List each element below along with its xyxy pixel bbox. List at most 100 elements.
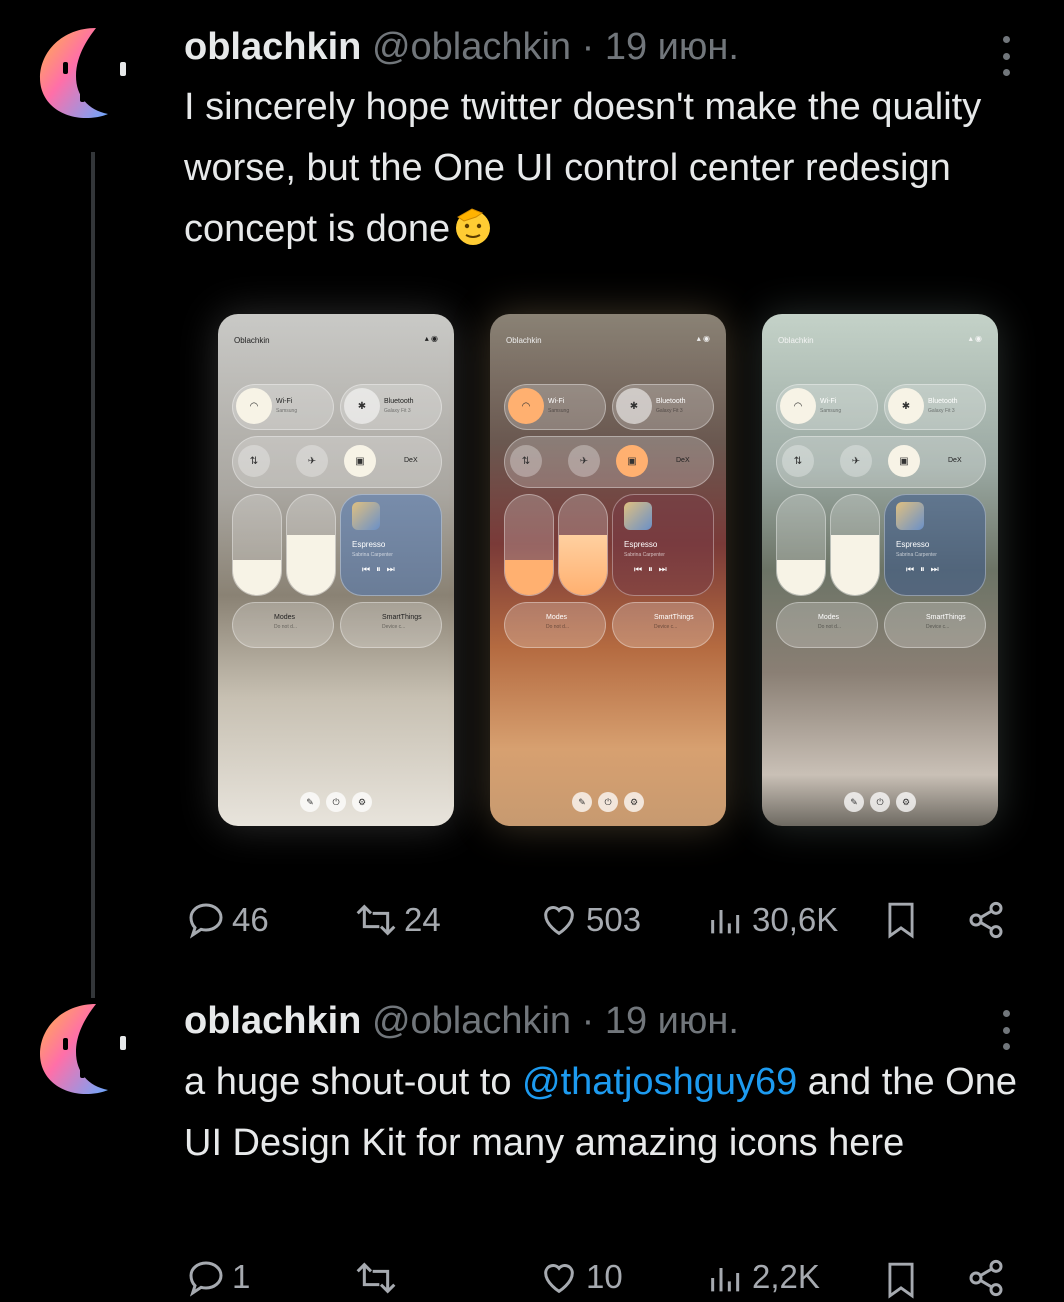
- power-icon[interactable]: ⏻: [598, 792, 618, 812]
- airplane-icon[interactable]: ✈: [568, 445, 600, 477]
- brightness-slider[interactable]: [776, 494, 826, 596]
- playback-controls[interactable]: ⏮⏸⏭: [362, 564, 401, 575]
- dex-icon[interactable]: ▣: [616, 445, 648, 477]
- wifi-sub: Samsung: [820, 408, 842, 414]
- wifi-label: Wi-Fi: [548, 398, 565, 405]
- tweet-text: a huge shout-out to @thatjoshguy69 and t…: [184, 1052, 1034, 1174]
- bottom-controls: ✎ ⏻ ⚙: [490, 792, 726, 812]
- reply-button[interactable]: 1: [186, 1258, 250, 1298]
- power-icon[interactable]: ⏻: [326, 792, 346, 812]
- share-button[interactable]: [966, 896, 1006, 944]
- mobile-data-icon[interactable]: ⇅: [510, 445, 542, 477]
- airplane-icon[interactable]: ✈: [840, 445, 872, 477]
- mention-link[interactable]: @thatjoshguy69: [522, 1061, 797, 1103]
- edit-icon[interactable]: ✎: [300, 792, 320, 812]
- tweet-header: oblachkin @oblachkin · 19 июн.: [184, 24, 739, 70]
- tweet-date[interactable]: 19 июн.: [605, 1000, 739, 1042]
- views-count: 30,6K: [752, 901, 839, 938]
- status-owner: Oblachkin: [234, 336, 270, 345]
- avatar[interactable]: [36, 1002, 112, 1096]
- tweet-header: oblachkin @oblachkin · 19 июн.: [184, 998, 739, 1044]
- brightness-slider[interactable]: [232, 494, 282, 596]
- like-button[interactable]: 503: [538, 896, 641, 944]
- smartthings-sub: Device c...: [654, 624, 678, 630]
- like-count: 10: [586, 1258, 623, 1295]
- dex-label: DeX: [948, 457, 962, 464]
- phone-mockup-1: Oblachkin ▴ ◉ ◠ Wi-Fi Samsung ✱ Bluetoot…: [218, 314, 454, 826]
- like-button[interactable]: 10: [538, 1258, 623, 1298]
- modes-label: Modes: [546, 614, 568, 621]
- tweet-body: I sincerely hope twitter doesn't make th…: [184, 86, 982, 250]
- bluetooth-icon: ✱: [616, 388, 652, 424]
- bookmark-button[interactable]: [882, 1258, 920, 1302]
- more-dot-icon: [1002, 1010, 1010, 1017]
- reply-button[interactable]: 46: [186, 896, 269, 944]
- smartthings-label: SmartThings: [382, 614, 422, 621]
- volume-slider[interactable]: [286, 494, 336, 596]
- playback-controls[interactable]: ⏮⏸⏭: [906, 564, 945, 575]
- views-button[interactable]: 30,6K: [706, 896, 838, 944]
- song-title: Espresso: [896, 540, 930, 549]
- volume-slider[interactable]: [830, 494, 880, 596]
- brightness-slider[interactable]: [504, 494, 554, 596]
- tweet-actions: 46 24 503 30,6K: [186, 896, 1016, 944]
- author-handle[interactable]: @oblachkin: [372, 1000, 571, 1042]
- airplane-icon[interactable]: ✈: [296, 445, 328, 477]
- bookmark-button[interactable]: [882, 896, 920, 944]
- song-title: Espresso: [624, 540, 658, 549]
- settings-icon[interactable]: ⚙: [624, 792, 644, 812]
- modes-label: Modes: [818, 614, 840, 621]
- author-name[interactable]: oblachkin: [184, 1000, 361, 1042]
- more-dot-icon: [1002, 36, 1010, 43]
- separator: ·: [581, 26, 595, 68]
- thread-line: [91, 152, 95, 998]
- edit-icon[interactable]: ✎: [844, 792, 864, 812]
- mobile-data-icon[interactable]: ⇅: [782, 445, 814, 477]
- bluetooth-label: Bluetooth: [384, 398, 414, 405]
- smartthings-sub: Device c...: [926, 624, 950, 630]
- mobile-data-icon[interactable]: ⇅: [238, 445, 270, 477]
- brightness-fill: [777, 560, 825, 595]
- bluetooth-icon: ✱: [344, 388, 380, 424]
- share-button[interactable]: [966, 1258, 1006, 1298]
- more-options-button[interactable]: [998, 36, 1014, 76]
- repost-button[interactable]: [354, 1258, 404, 1298]
- modes-sub: Do not d...: [546, 624, 570, 630]
- modes-sub: Do not d...: [818, 624, 842, 630]
- tweet-1[interactable]: oblachkin @oblachkin · 19 июн. I sincere…: [0, 0, 1064, 998]
- tweet-text: I sincerely hope twitter doesn't make th…: [184, 77, 1034, 260]
- playback-controls[interactable]: ⏮⏸⏭: [634, 564, 673, 575]
- tweet-2[interactable]: oblachkin @oblachkin · 19 июн. a huge sh…: [0, 990, 1064, 1299]
- views-button[interactable]: 2,2K: [706, 1258, 820, 1298]
- avatar[interactable]: [36, 26, 112, 120]
- settings-icon[interactable]: ⚙: [352, 792, 372, 812]
- bookmark-icon: [888, 1262, 914, 1299]
- author-handle[interactable]: @oblachkin: [372, 26, 571, 68]
- views-count: 2,2K: [752, 1258, 820, 1295]
- battery-icon: ▴ ◉: [696, 334, 710, 343]
- volume-slider[interactable]: [558, 494, 608, 596]
- edit-icon[interactable]: ✎: [572, 792, 592, 812]
- share-icon: [969, 1259, 1003, 1297]
- status-owner: Oblachkin: [506, 336, 542, 345]
- bookmark-icon: [888, 902, 914, 939]
- dex-label: DeX: [404, 457, 418, 464]
- dex-icon[interactable]: ▣: [888, 445, 920, 477]
- wifi-label: Wi-Fi: [820, 398, 837, 405]
- settings-icon[interactable]: ⚙: [896, 792, 916, 812]
- tweet-date[interactable]: 19 июн.: [605, 26, 739, 68]
- dex-label: DeX: [676, 457, 690, 464]
- repost-button[interactable]: 24: [354, 896, 441, 944]
- more-options-button[interactable]: [998, 1010, 1014, 1050]
- bluetooth-sub: Galaxy Fit 3: [384, 408, 411, 414]
- views-icon: [711, 910, 740, 934]
- power-icon[interactable]: ⏻: [870, 792, 890, 812]
- dex-icon[interactable]: ▣: [344, 445, 376, 477]
- share-icon: [969, 901, 1003, 939]
- tweet-media[interactable]: Oblachkin ▴ ◉ ◠ Wi-Fi Samsung ✱ Bluetoot…: [196, 290, 1022, 850]
- bluetooth-icon: ✱: [888, 388, 924, 424]
- views-icon: [711, 1268, 740, 1292]
- author-name[interactable]: oblachkin: [184, 26, 361, 68]
- separator: ·: [581, 1000, 595, 1042]
- repost-icon: [356, 904, 396, 936]
